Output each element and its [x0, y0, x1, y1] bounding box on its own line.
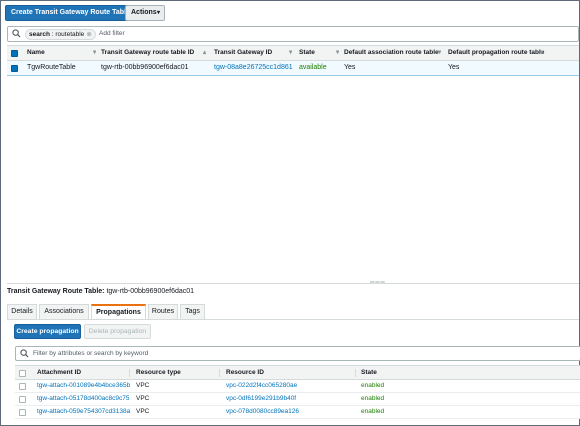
search-bar[interactable]: search : routetable ⊗ Add filter — [7, 26, 579, 42]
filter-token-value: routetable — [55, 31, 85, 38]
route-tables-table: Name ▾ Transit Gateway route table ID ▴ … — [7, 45, 579, 76]
search-icon — [12, 29, 21, 38]
filter-token-key: search — [29, 31, 50, 38]
detail-title-value: tgw-rtb-00bb96900ef6dac01 — [106, 288, 195, 295]
resize-handle-icon[interactable]: ═══ — [370, 280, 386, 286]
cell-attachment-id-link[interactable]: tgw-attach-001089e4b4bce365b — [37, 380, 133, 392]
column-header-resource-type[interactable]: Resource type — [136, 366, 216, 379]
table-header: Attachment ID Resource type Resource ID … — [15, 365, 580, 380]
cell-resource-type: VPC — [136, 395, 150, 402]
cell-resource-type: VPC — [136, 408, 150, 415]
table-header: Name ▾ Transit Gateway route table ID ▴ … — [7, 45, 579, 61]
tab-routes[interactable]: Routes — [148, 304, 178, 319]
detail-title-label: Transit Gateway Route Table: — [7, 288, 105, 295]
add-filter-input[interactable]: Add filter — [99, 30, 125, 37]
sort-icon[interactable]: ▾ — [93, 46, 96, 60]
cell-attachment-id-link[interactable]: tgw-attach-059e754307cd3138a — [37, 406, 133, 418]
table-row[interactable]: TgwRouteTable tgw-rtb-00bb96900ef6dac01 … — [7, 61, 579, 76]
column-header-name[interactable]: Name — [27, 46, 91, 60]
filter-placeholder: Filter by attributes or search by keywor… — [33, 350, 149, 357]
search-icon — [20, 349, 29, 358]
tab-tags[interactable]: Tags — [180, 304, 205, 319]
column-header-gateway-id[interactable]: Transit Gateway ID — [214, 46, 294, 60]
table-row[interactable]: tgw-attach-05178d400ac8c9c75 VPC vpc-0df… — [15, 393, 580, 406]
cell-state: enabled — [361, 408, 385, 415]
propagations-table: Attachment ID Resource type Resource ID … — [15, 365, 580, 419]
sort-icon[interactable]: ▾ — [289, 46, 292, 60]
column-header-default-propagation[interactable]: Default propagation route table — [448, 46, 548, 60]
column-header-state[interactable]: State — [299, 46, 339, 60]
chevron-down-icon: ▾ — [156, 10, 160, 16]
cell-state: enabled — [361, 382, 385, 389]
remove-filter-icon[interactable]: ⊗ — [86, 31, 91, 38]
cell-state: available — [299, 64, 327, 71]
pane-divider[interactable] — [7, 283, 579, 284]
cell-route-table-id: tgw-rtb-00bb96900ef6dac01 — [101, 64, 189, 71]
sort-icon[interactable]: ▾ — [540, 46, 543, 60]
row-checkbox[interactable] — [19, 409, 26, 416]
cell-resource-id-link[interactable]: vpc-022d2f4cc065280ae — [226, 380, 316, 392]
cell-resource-type: VPC — [136, 382, 150, 389]
column-divider — [355, 369, 356, 377]
cell-name: TgwRouteTable — [27, 64, 76, 71]
row-checkbox[interactable] — [19, 396, 26, 403]
column-header-attachment-id[interactable]: Attachment ID — [37, 366, 127, 379]
sort-icon[interactable]: ▾ — [336, 46, 339, 60]
column-header-default-association[interactable]: Default association route table — [344, 46, 444, 60]
column-header-resource-id[interactable]: Resource ID — [226, 366, 306, 379]
filter-token[interactable]: search : routetable ⊗ — [25, 29, 96, 40]
column-header-route-table-id[interactable]: Transit Gateway route table ID — [101, 46, 211, 60]
tabs-underline — [7, 319, 579, 320]
cell-resource-id-link[interactable]: vpc-078d0080cc89ea126 — [226, 406, 316, 418]
select-all-checkbox[interactable] — [19, 370, 26, 377]
create-propagation-button[interactable]: Create propagation — [14, 324, 81, 339]
column-divider — [129, 369, 130, 377]
console-frame: Create Transit Gateway Route Table Actio… — [0, 0, 580, 426]
cell-resource-id-link[interactable]: vpc-0df6199e291b9b40f — [226, 393, 316, 405]
sort-icon[interactable]: ▾ — [438, 46, 441, 60]
tab-details[interactable]: Details — [7, 304, 37, 319]
table-row[interactable]: tgw-attach-001089e4b4bce365b VPC vpc-022… — [15, 380, 580, 393]
sort-active-icon[interactable]: ▴ — [203, 46, 206, 60]
actions-dropdown[interactable]: Actions ▾ — [125, 5, 165, 21]
propagation-filter-input[interactable]: Filter by attributes or search by keywor… — [15, 346, 580, 361]
cell-attachment-id-link[interactable]: tgw-attach-05178d400ac8c9c75 — [37, 393, 133, 405]
delete-propagation-button[interactable]: Delete propagation — [84, 324, 151, 339]
create-route-table-button[interactable]: Create Transit Gateway Route Table — [5, 5, 136, 21]
cell-gateway-id-link[interactable]: tgw-08a8e26725cc1d861 — [214, 61, 296, 75]
row-checkbox[interactable] — [19, 383, 26, 390]
detail-pane-title: Transit Gateway Route Table: tgw-rtb-00b… — [7, 288, 194, 295]
table-row[interactable]: tgw-attach-059e754307cd3138a VPC vpc-078… — [15, 406, 580, 419]
cell-state: enabled — [361, 395, 385, 402]
cell-default-propagation: Yes — [448, 64, 460, 71]
row-checkbox[interactable] — [11, 65, 18, 72]
actions-label: Actions — [131, 9, 157, 16]
tab-propagations[interactable]: Propagations — [91, 304, 146, 320]
cell-default-association: Yes — [344, 64, 356, 71]
column-header-state[interactable]: State — [361, 366, 401, 379]
column-divider — [219, 369, 220, 377]
tab-associations[interactable]: Associations — [39, 304, 89, 319]
select-all-checkbox[interactable] — [11, 50, 18, 57]
